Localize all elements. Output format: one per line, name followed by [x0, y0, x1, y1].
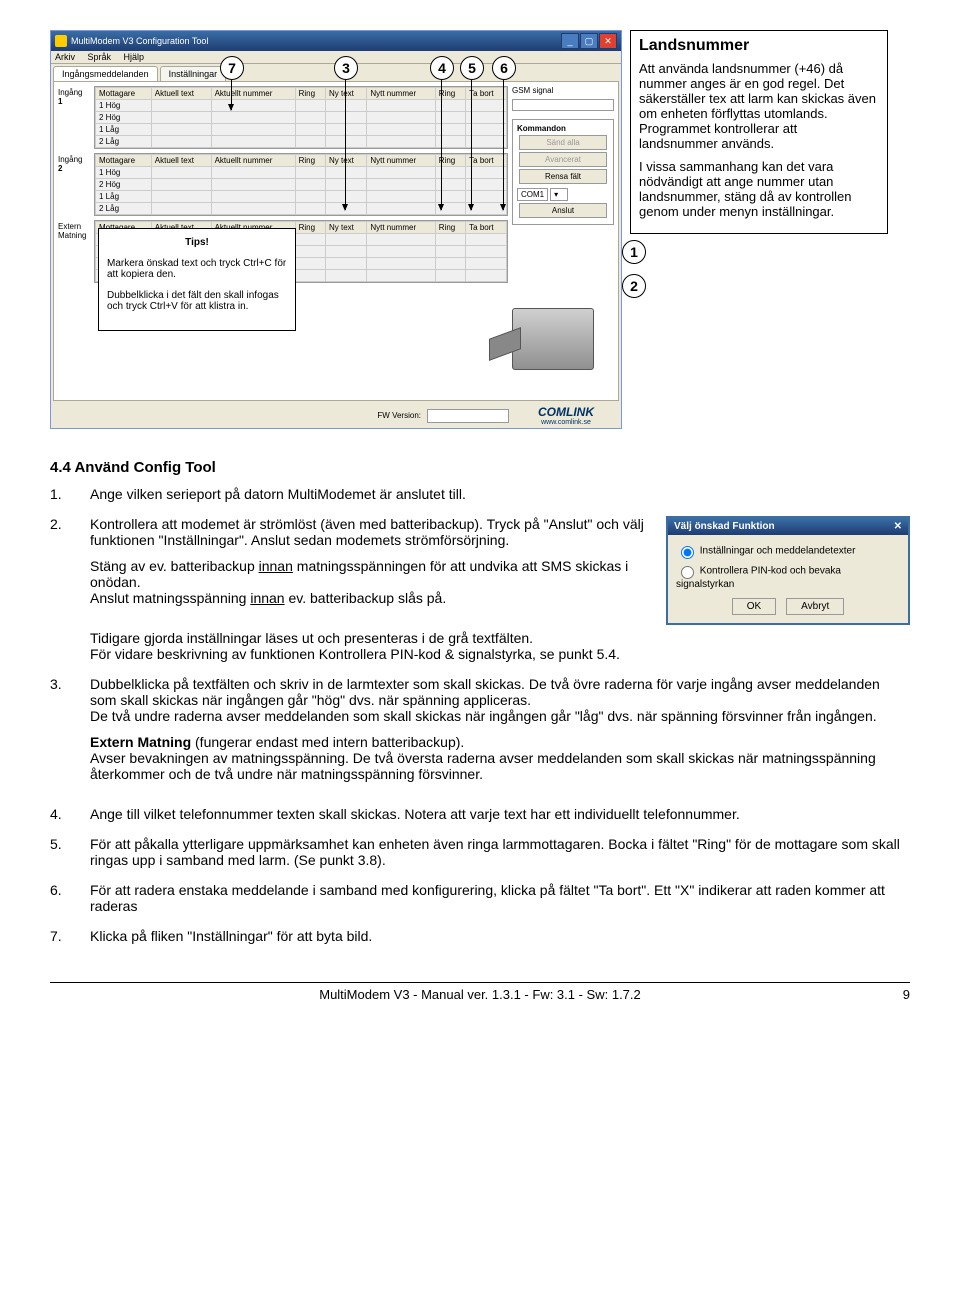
tab-ingangsmeddelanden[interactable]: Ingångsmeddelanden	[53, 66, 158, 81]
tips-title: Tips!	[107, 237, 287, 248]
modem-illustration	[512, 308, 594, 370]
radio-option-1[interactable]	[681, 546, 694, 559]
step-6-num: 6.	[50, 882, 90, 914]
footer-center: MultiModem V3 - Manual ver. 1.3.1 - Fw: …	[0, 987, 960, 1002]
grid-1[interactable]: MottagareAktuell text Aktuellt nummerRin…	[94, 86, 508, 149]
step-2-num: 2.	[50, 516, 90, 616]
minimize-button[interactable]: _	[561, 33, 579, 49]
fw-version-field	[427, 409, 509, 423]
landsnummer-p2: I vissa sammanhang kan det vara nödvändi…	[639, 159, 879, 219]
tips-p2: Dubbelklicka i det fält den skall infoga…	[107, 290, 287, 312]
function-dialog: Välj önskad Funktion ✕ Inställningar och…	[666, 516, 910, 625]
section-4-4-title: 4.4 Använd Config Tool	[50, 459, 910, 476]
step-6-text: För att radera enstaka meddelande i samb…	[90, 882, 910, 914]
kommandon-title: Kommandon	[517, 124, 609, 133]
menu-hjalp[interactable]: Hjälp	[124, 52, 145, 62]
step-2d: Tidigare gjorda inställningar läses ut o…	[90, 630, 910, 646]
fw-version-label: FW Version:	[377, 411, 421, 420]
page-footer: MultiModem V3 - Manual ver. 1.3.1 - Fw: …	[50, 982, 910, 1002]
callout-3: 3	[334, 56, 358, 80]
step-3-num: 3.	[50, 676, 90, 792]
menu-arkiv[interactable]: Arkiv	[55, 52, 75, 62]
landsnummer-box: Landsnummer Att använda landsnummer (+46…	[630, 30, 888, 234]
step-2a: Kontrollera att modemet är strömlöst (äv…	[90, 516, 650, 548]
step-5-text: För att påkalla ytterligare uppmärksamhe…	[90, 836, 910, 868]
step-4-text: Ange till vilket telefonnummer texten sk…	[90, 806, 910, 822]
step-3d: Avser bevakningen av matningsspänning. D…	[90, 750, 910, 782]
dialog-title: Välj önskad Funktion	[674, 521, 775, 532]
tips-p1: Markera önskad text och tryck Ctrl+C för…	[107, 258, 287, 280]
send-all-button[interactable]: Sänd alla	[519, 135, 608, 150]
com-port-field[interactable]: COM1	[517, 188, 548, 201]
section-extern-label: Extern Matning	[58, 220, 94, 283]
radio-option-2[interactable]	[681, 566, 694, 579]
gsm-signal-label: GSM signal	[512, 86, 614, 95]
tips-box: Tips! Markera önskad text och tryck Ctrl…	[98, 228, 296, 331]
clear-button[interactable]: Rensa fält	[519, 169, 608, 184]
tab-installningar[interactable]: Inställningar	[160, 66, 227, 81]
step-3c: Extern Matning (fungerar endast med inte…	[90, 734, 910, 750]
callout-6: 6	[492, 56, 516, 80]
callout-2: 2	[622, 274, 646, 298]
section-1-label: Ingång 1	[58, 86, 94, 149]
step-1-text: Ange vilken serieport på datorn MultiMod…	[90, 486, 910, 502]
dialog-close-icon[interactable]: ✕	[894, 521, 902, 532]
section-2-label: Ingång 2	[58, 153, 94, 216]
maximize-button[interactable]: ▢	[580, 33, 598, 49]
dialog-ok-button[interactable]: OK	[732, 598, 776, 615]
callout-7: 7	[220, 56, 244, 80]
step-3a: Dubbelklicka på textfälten och skriv in …	[90, 676, 910, 708]
gsm-signal-bar	[512, 99, 614, 111]
step-2b: Stäng av ev. batteribackup innan matning…	[90, 558, 650, 606]
landsnummer-p1: Att använda landsnummer (+46) då nummer …	[639, 61, 879, 151]
radio-option-1-label: Inställningar och meddelandetexter	[700, 546, 856, 557]
step-7-num: 7.	[50, 928, 90, 944]
kommandon-panel: Kommandon Sänd alla Avancerat Rensa fält…	[512, 119, 614, 225]
step-2e: För vidare beskrivning av funktionen Kon…	[90, 646, 910, 662]
app-icon	[55, 35, 67, 47]
com-port-dropdown-icon[interactable]: ▾	[550, 188, 568, 201]
step-5-num: 5.	[50, 836, 90, 868]
connect-button[interactable]: Anslut	[519, 203, 608, 218]
grid-2[interactable]: MottagareAktuell text Aktuellt nummerRin…	[94, 153, 508, 216]
dialog-cancel-button[interactable]: Avbryt	[786, 598, 844, 615]
window-titlebar: MultiModem V3 Configuration Tool _ ▢ ✕	[51, 31, 621, 51]
window-title: MultiModem V3 Configuration Tool	[71, 36, 208, 46]
step-4-num: 4.	[50, 806, 90, 822]
step-7-text: Klicka på fliken "Inställningar" för att…	[90, 928, 910, 944]
advanced-button[interactable]: Avancerat	[519, 152, 608, 167]
landsnummer-title: Landsnummer	[639, 37, 879, 55]
callout-4: 4	[430, 56, 454, 80]
comlink-logo: COMLINK www.comlink.se	[515, 405, 617, 426]
step-1-num: 1.	[50, 486, 90, 502]
callout-1: 1	[622, 240, 646, 264]
callout-5: 5	[460, 56, 484, 80]
step-3b: De två undre raderna avser meddelanden s…	[90, 708, 910, 724]
radio-option-2-label: Kontrollera PIN-kod och bevaka signalsty…	[676, 566, 841, 590]
close-button[interactable]: ✕	[599, 33, 617, 49]
menu-sprak[interactable]: Språk	[88, 52, 112, 62]
